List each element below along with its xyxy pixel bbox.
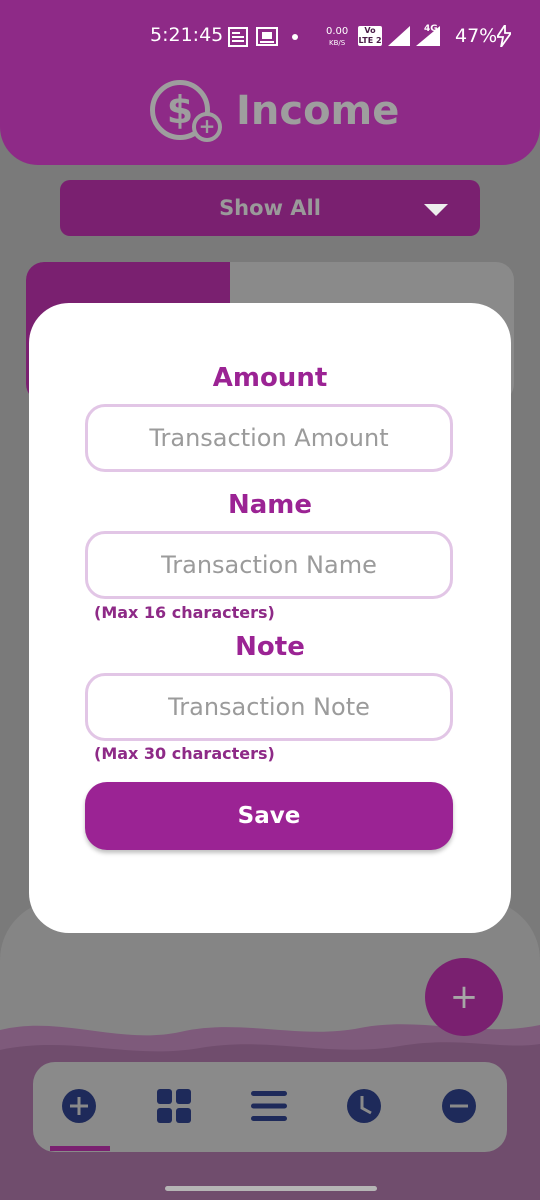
add-circle-icon[interactable] [61,1088,97,1124]
note-hint: (Max 30 characters) [94,744,275,763]
net-speed-unit: KB/S [329,39,346,47]
amount-label: Amount [212,363,328,393]
signal-2-icon [416,26,440,46]
battery-text: 47% [455,25,498,47]
grid-icon[interactable] [156,1088,192,1124]
note-input[interactable] [85,673,453,741]
net-speed: 0.00 KB/S [326,26,348,49]
name-input[interactable] [85,531,453,599]
status-bar: 5:21:45 0.00 KB/S Vo LTE 2 4G 47% [0,0,540,72]
charging-icon [497,25,511,47]
bottom-nav [33,1062,507,1152]
active-tab-indicator [50,1146,110,1151]
plus-badge-icon: + [192,112,222,142]
filter-selected: Show All [219,196,321,220]
menu-icon[interactable] [251,1088,287,1124]
minus-circle-icon[interactable] [441,1088,477,1124]
status-time: 5:21:45 [150,24,224,46]
amount-input[interactable] [85,404,453,472]
page-title: Income [236,88,400,134]
name-label: Name [227,490,313,520]
video-icon [256,27,278,46]
plus-icon: + [449,977,479,1017]
net-speed-value: 0.00 [326,26,349,37]
name-hint: (Max 16 characters) [94,603,275,622]
add-transaction-dialog: Amount Name (Max 16 characters) Note (Ma… [29,303,511,933]
chevron-down-icon [424,204,448,216]
dot-icon [292,34,298,40]
clock-icon[interactable] [346,1088,382,1124]
save-button[interactable]: Save [85,782,453,850]
volte-badge: Vo LTE 2 [358,26,382,46]
note-label: Note [235,632,305,662]
signal-icon [388,26,410,46]
home-indicator[interactable] [165,1186,377,1191]
add-fab-button[interactable]: + [425,958,503,1036]
news-icon [228,27,248,47]
filter-dropdown[interactable]: Show All [60,180,480,236]
